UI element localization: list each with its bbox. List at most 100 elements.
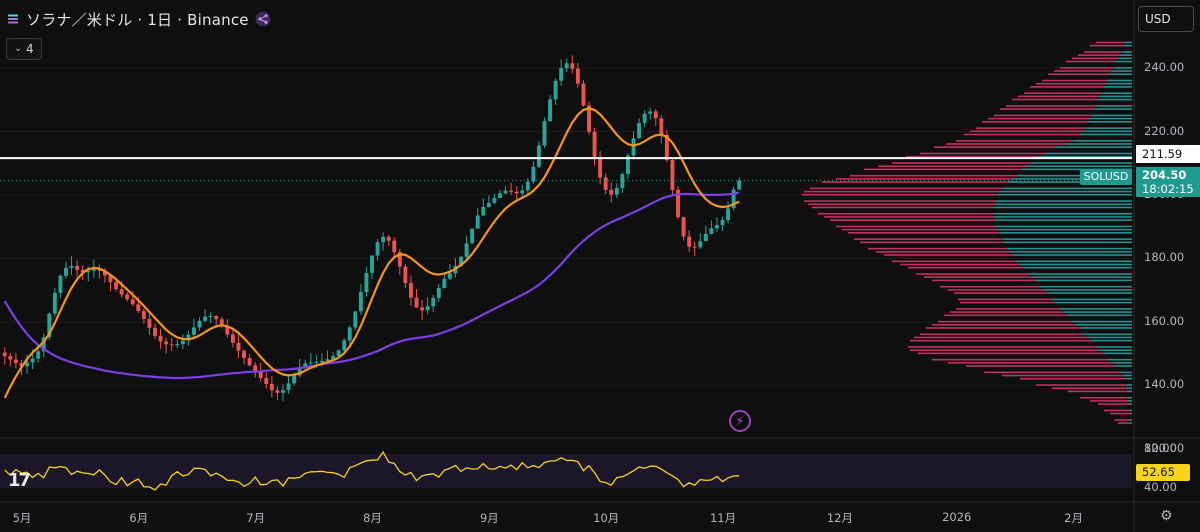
volume-profile-bar-down xyxy=(1096,41,1125,44)
volume-profile-bar-up xyxy=(1048,292,1132,294)
candle-body xyxy=(164,341,169,345)
volume-profile-bar-up xyxy=(996,225,1132,228)
volume-profile-bar-up xyxy=(1010,251,1132,253)
volume-profile-bar-up xyxy=(1072,320,1132,323)
volume-profile-bar-up xyxy=(1056,301,1132,304)
candle-body xyxy=(264,377,269,384)
candle-body xyxy=(275,390,280,393)
candle-body xyxy=(158,335,163,342)
share-icon[interactable] xyxy=(255,11,271,27)
volume-profile-bar-down xyxy=(940,285,1040,288)
volume-profile-bar-up xyxy=(1120,371,1132,374)
indicators-toggle[interactable]: ⌄ 4 xyxy=(6,38,42,60)
candle-body xyxy=(536,145,541,167)
volume-profile-bar-down xyxy=(944,314,1068,317)
volume-profile-bar-up xyxy=(1128,396,1132,399)
volume-profile-bar-up xyxy=(1112,70,1132,72)
volume-profile-bar-up xyxy=(1108,79,1132,82)
volume-profile-bar-up xyxy=(1106,82,1132,85)
candle-body xyxy=(670,160,675,190)
symbol-title[interactable]: ソラナ／米ドル · 1日 · Binance xyxy=(26,9,249,30)
volume-profile-bar-down xyxy=(868,247,1007,250)
volume-profile-bar-down xyxy=(932,279,1036,282)
volume-profile-bar-down xyxy=(956,140,1074,142)
candle-body xyxy=(381,236,386,243)
candle-body xyxy=(75,265,80,270)
candle-body xyxy=(598,156,603,178)
candle-body xyxy=(570,63,575,69)
volume-profile-bar-up xyxy=(1002,238,1132,240)
candle-body xyxy=(386,236,391,241)
volume-profile-bar-up xyxy=(1130,412,1132,415)
candle-body xyxy=(681,217,686,237)
candle-body xyxy=(247,357,252,366)
volume-profile-bar-down xyxy=(966,365,1116,367)
candle-body xyxy=(403,266,408,284)
date-tick-label: 9月 xyxy=(479,511,499,525)
volume-profile-bar-down xyxy=(1090,44,1124,47)
candle-body xyxy=(314,362,319,364)
currency-button[interactable]: USD xyxy=(1138,6,1194,32)
volume-profile-bar-up xyxy=(995,203,1132,206)
volume-profile-bar-down xyxy=(1002,374,1123,377)
volume-profile-bar-down xyxy=(1080,396,1128,399)
candle-body xyxy=(353,311,358,328)
volume-profile-bar-down xyxy=(810,187,1004,190)
date-tick-label: 7月 xyxy=(246,511,266,525)
candles[interactable] xyxy=(2,55,742,401)
volume-profile-bar-up xyxy=(1112,362,1132,364)
candle-body xyxy=(431,298,436,307)
grid xyxy=(0,0,1200,532)
solana-icon xyxy=(8,14,18,24)
volume-profile-bar-up xyxy=(1096,346,1132,348)
volume-profile-bar-down xyxy=(1068,390,1127,393)
candle-body xyxy=(498,193,502,199)
tradingview-logo[interactable]: 17 xyxy=(8,470,31,491)
volume-profile-bar-up xyxy=(994,216,1132,218)
candle-body xyxy=(30,358,35,363)
volume-profile-bar-up xyxy=(1013,254,1132,256)
volume-profile-bar-down xyxy=(842,228,998,231)
volume-profile-bar-down xyxy=(1110,412,1130,415)
volume-profile-bar-up xyxy=(1020,263,1132,266)
volume-profile-bar-down xyxy=(802,193,998,196)
volume-profile-bar-down xyxy=(908,346,1096,348)
chart-root[interactable]: ソラナ／米ドル · 1日 · Binance ⌄ 4 USD 240.00 220… xyxy=(0,0,1200,532)
volume-profile-bar-down xyxy=(1000,108,1094,110)
volume-profile-bar-up xyxy=(1027,165,1132,167)
candle-body xyxy=(637,122,642,139)
price-tick-label: 160.00 xyxy=(1144,313,1185,328)
candle-body xyxy=(726,208,731,220)
candle-body xyxy=(614,187,619,195)
candle-body xyxy=(308,362,313,364)
ema-fast-line xyxy=(3,107,740,399)
candle-body xyxy=(592,131,597,157)
last-price: 204.50 xyxy=(1142,168,1187,182)
volume-profile-bar-down xyxy=(948,289,1044,291)
volume-profile-bar-down xyxy=(1024,92,1102,95)
volume-profile-bar-up xyxy=(1036,279,1132,282)
candle-body xyxy=(692,246,697,248)
oscillator-tick-label: 80.00 xyxy=(1144,440,1177,455)
candle-body xyxy=(698,241,703,248)
volume-profile-bar-up xyxy=(1080,133,1132,136)
gear-icon[interactable]: ⚙ xyxy=(1160,508,1173,524)
candle-body xyxy=(281,390,285,393)
chevron-down-icon: ⌄ xyxy=(14,44,22,54)
volume-profile-bar-down xyxy=(1114,419,1130,421)
volume-profile-bar-down xyxy=(1012,98,1098,101)
volume-profile-bar-down xyxy=(900,263,1020,266)
volume-profile-bar-down xyxy=(1118,422,1130,424)
volume-profile-bar-down xyxy=(822,181,1008,183)
volume-profile-bar-down xyxy=(920,333,1084,336)
volume-profile-bar-down xyxy=(812,206,994,209)
volume-profile-bar-up xyxy=(1060,308,1132,310)
lightning-icon[interactable]: ⚡ xyxy=(729,410,751,432)
volume-profile-bar-up xyxy=(1128,400,1132,402)
volume-profile-bar-up xyxy=(1088,120,1132,123)
chart-canvas[interactable] xyxy=(0,0,1200,532)
candle-body xyxy=(242,350,246,358)
volume-profile-bar-down xyxy=(918,352,1104,355)
volume-profile-bar-up xyxy=(1007,247,1132,250)
candle-body xyxy=(475,215,480,229)
